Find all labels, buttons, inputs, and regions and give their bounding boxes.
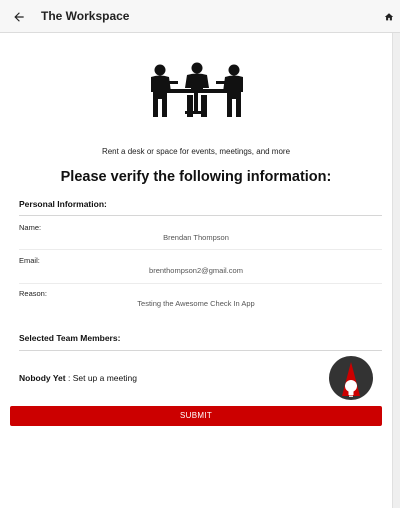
personal-info-title: Personal Information: (19, 199, 107, 209)
reason-label: Reason: (19, 289, 47, 298)
home-icon (384, 13, 394, 21)
personal-info-divider (19, 215, 382, 216)
back-button[interactable] (9, 7, 29, 27)
arrow-left-icon (14, 12, 24, 22)
email-value: brenthompson2@gmail.com (149, 266, 243, 275)
team-members-divider (19, 350, 382, 351)
lightbulb-icon (342, 362, 360, 397)
field-divider (19, 249, 382, 250)
email-label: Email: (19, 256, 40, 265)
content-panel: Rent a desk or space for events, meeting… (0, 33, 392, 508)
page-heading: Please verify the following information: (60, 169, 332, 185)
submit-button[interactable]: SUBMIT (10, 406, 382, 426)
app-title: The Workspace (41, 9, 130, 23)
team-empty-message: Nobody Yet : Set up a meeting (19, 373, 137, 383)
name-label: Name: (19, 223, 42, 232)
scrollbar[interactable] (392, 33, 400, 508)
field-divider (19, 283, 382, 284)
home-button[interactable] (382, 10, 396, 24)
app-bar: The Workspace (0, 0, 400, 33)
hero-subtitle: Rent a desk or space for events, meeting… (101, 147, 291, 156)
team-empty-bold: Nobody Yet (19, 373, 66, 383)
meeting-people-icon (151, 62, 243, 117)
add-team-member-button[interactable] (329, 356, 373, 400)
reason-value: Testing the Awesome Check In App (137, 299, 255, 308)
team-empty-rest: : Set up a meeting (65, 373, 137, 383)
name-value: Brendan Thompson (163, 233, 229, 242)
team-members-title: Selected Team Members: (19, 333, 121, 343)
